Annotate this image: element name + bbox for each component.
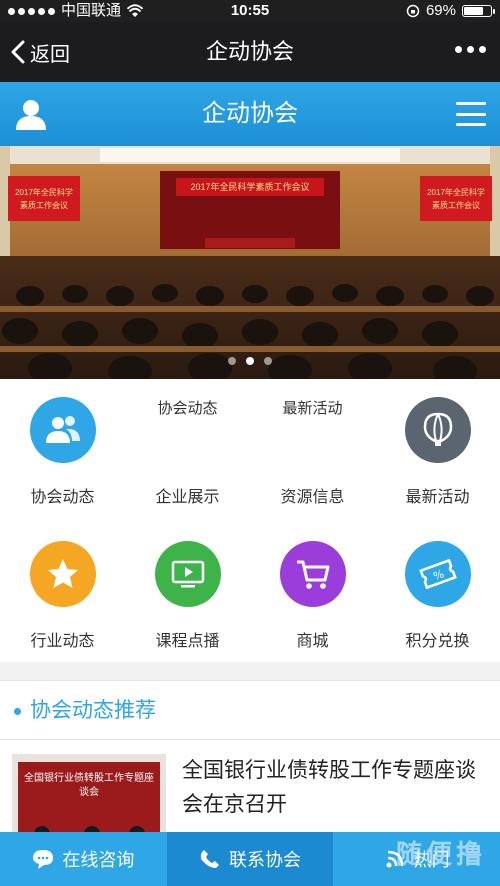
carousel-dot[interactable] — [264, 357, 272, 365]
contact-association-button[interactable]: 联系协会 — [166, 832, 334, 886]
overlay-text: 协会动态 — [157, 400, 218, 417]
banner-side-text-left: 2017年全民科学素质工作会议 — [15, 188, 73, 210]
battery-fill — [464, 7, 484, 15]
status-bar: 中国联通 10:55 69% — [0, 0, 500, 22]
nav-bar: 返回 企动协会 — [0, 22, 500, 82]
bottom-bar: 在线咨询 联系协会 热门 — [0, 832, 500, 886]
grid-item-latest-events[interactable]: 最新活动 — [375, 397, 500, 507]
hamburger-menu-icon[interactable] — [456, 102, 486, 126]
grid-item-mall[interactable]: 商城 — [250, 541, 375, 651]
section-title: 协会动态推荐 — [30, 699, 156, 722]
banner-side-text-right: 2017年全民科学素质工作会议 — [427, 188, 485, 210]
carousel-dot[interactable] — [228, 357, 236, 365]
grid-item-association-news[interactable]: 协会动态 — [0, 397, 125, 507]
grid-item-label: 商城 — [296, 633, 329, 650]
rotation-lock-icon — [406, 4, 420, 18]
hot-label: 热门 — [413, 850, 450, 870]
banner-carousel[interactable]: 2017年全民科学素质工作会议 2017年全民科学素质工作会议 2017年全民科… — [0, 146, 500, 379]
carousel-dot-active[interactable] — [246, 357, 254, 365]
grid-item-label: 资源信息 — [280, 489, 345, 506]
status-right: 69% — [406, 0, 495, 22]
grid-item-label: 协会动态 — [30, 489, 95, 506]
banner-screen-text: 2017年全民科学素质工作会议 — [190, 182, 310, 192]
overlay-text: 最新活动 — [282, 400, 343, 417]
grid-item-points-exchange[interactable]: % 积分兑换 — [375, 541, 500, 651]
battery-percent: 69% — [425, 2, 456, 19]
people-icon — [29, 397, 96, 463]
grid-item-course-vod[interactable]: 课程点播 — [125, 541, 250, 651]
ticket-icon: % — [404, 541, 471, 607]
battery-icon — [462, 5, 495, 17]
contact-association-label: 联系协会 — [229, 850, 301, 870]
app-title: 企动协会 — [202, 100, 298, 127]
online-consult-button[interactable]: 在线咨询 — [0, 832, 167, 886]
online-consult-label: 在线咨询 — [62, 850, 135, 870]
news-title[interactable]: 全国银行业债转股工作专题座谈会在京召开 — [182, 754, 488, 822]
grid-item-label: 积分兑换 — [405, 633, 470, 650]
section-header: 协会动态推荐 — [0, 680, 500, 740]
grid-item-resource-info[interactable]: 最新活动 资源信息 — [250, 397, 375, 507]
hot-button[interactable]: 热门 — [333, 832, 500, 886]
nav-title: 企动协会 — [205, 39, 294, 64]
signal-icon — [386, 850, 403, 868]
grid-item-company-showcase[interactable]: 协会动态 企业展示 — [125, 397, 250, 507]
cart-icon — [279, 541, 346, 607]
news-thumb-text: 全国银行业债转股工作专题座谈会 — [24, 773, 154, 798]
feature-grid: 协会动态 协会动态 企业展示 最新活动 资源信息 最新活动 行业动态 课程点播 … — [0, 379, 500, 662]
chat-bubble-icon — [33, 850, 54, 869]
section-bullet — [14, 708, 21, 715]
app-header: 企动协会 — [0, 82, 500, 146]
more-dots-icon[interactable] — [455, 46, 486, 53]
grid-item-label: 最新活动 — [405, 489, 470, 506]
star-icon — [29, 541, 96, 607]
grid-item-label: 企业展示 — [155, 489, 220, 506]
phone-icon — [200, 850, 219, 868]
balloon-icon — [404, 397, 471, 463]
carousel-dots — [0, 357, 500, 365]
grid-item-label: 课程点播 — [155, 633, 220, 650]
grid-row: 协会动态 协会动态 企业展示 最新活动 资源信息 最新活动 — [0, 397, 500, 507]
grid-row: 行业动态 课程点播 商城 % 积分兑换 — [0, 541, 500, 651]
grid-item-label: 行业动态 — [30, 633, 95, 650]
grid-item-industry-news[interactable]: 行业动态 — [0, 541, 125, 651]
video-play-icon — [154, 541, 221, 607]
